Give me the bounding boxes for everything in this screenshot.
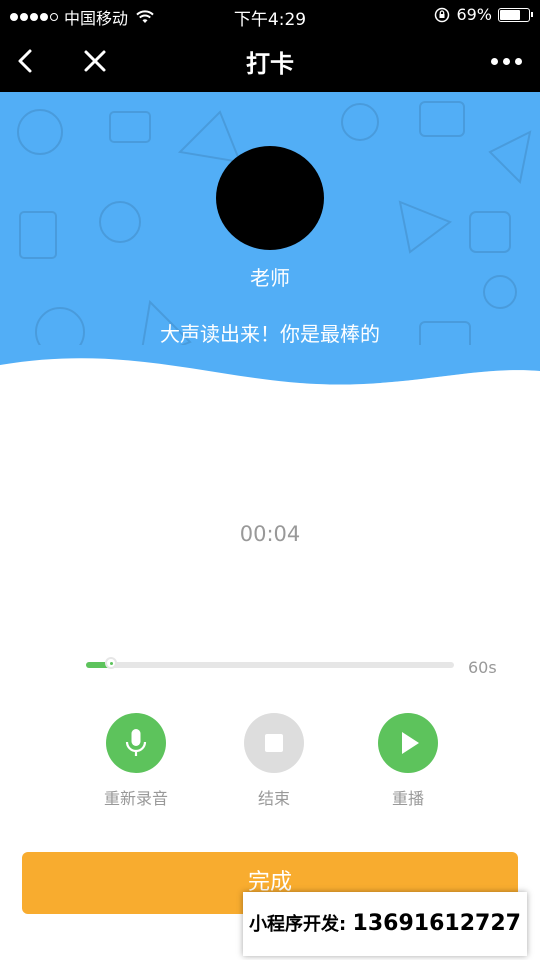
stop-button[interactable]: 结束 — [214, 713, 334, 809]
replay-button[interactable]: 重播 — [348, 713, 468, 809]
rerecord-label: 重新录音 — [103, 789, 168, 808]
max-duration: 60s — [468, 658, 497, 677]
watermark-phone: 13691612727 — [352, 911, 521, 936]
page-title: 打卡 — [246, 50, 294, 78]
status-bar: 中国移动 下午4:29 69% — [0, 0, 540, 30]
nav-bar: 打卡 — [0, 30, 540, 92]
stop-icon — [265, 734, 283, 752]
rerecord-circle[interactable] — [106, 713, 166, 773]
hero-message: 大声读出来！你是最棒的 — [160, 322, 380, 346]
more-options-icon[interactable] — [491, 58, 522, 65]
elapsed-time: 00:04 — [239, 522, 301, 546]
recording-progress-bar[interactable] — [86, 657, 454, 669]
watermark-label: 小程序开发: — [249, 914, 347, 935]
rotation-lock-icon — [435, 7, 450, 22]
contact-watermark: 小程序开发: 13691612727 — [243, 892, 527, 956]
wave-divider — [0, 345, 540, 425]
replay-circle[interactable] — [378, 713, 438, 773]
stop-label: 结束 — [257, 789, 290, 808]
progress-knob[interactable] — [104, 657, 117, 669]
stop-circle[interactable] — [244, 713, 304, 773]
battery-icon — [498, 7, 533, 22]
teacher-name: 老师 — [250, 266, 290, 290]
replay-label: 重播 — [391, 789, 424, 808]
status-right: 69% — [434, 5, 533, 24]
rerecord-button[interactable]: 重新录音 — [76, 713, 196, 809]
play-icon — [402, 732, 419, 754]
avatar — [216, 146, 324, 250]
microphone-icon — [125, 729, 147, 756]
battery-percent: 69% — [456, 5, 492, 24]
